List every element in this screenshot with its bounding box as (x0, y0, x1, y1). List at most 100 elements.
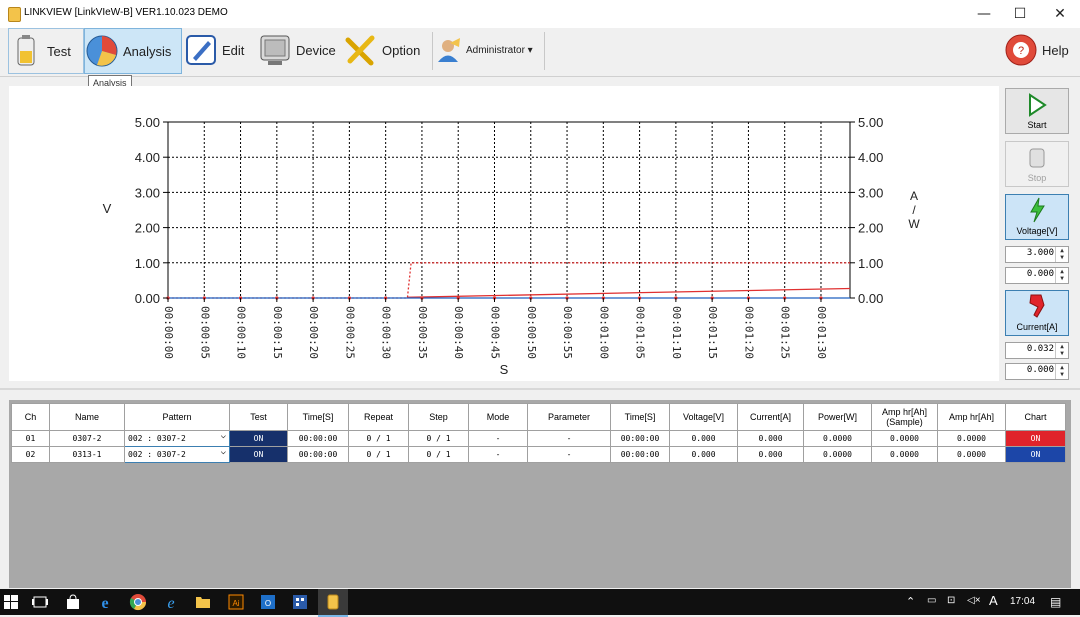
table-cell[interactable]: 0.000 (737, 430, 804, 447)
voltage-setpoint-input[interactable]: 3.000 ▲ ▼ (1005, 246, 1069, 263)
store-icon[interactable] (64, 593, 82, 611)
pattern-select[interactable]: 002 : 0307-2 ⌵ (124, 430, 230, 447)
table-cell[interactable]: 0.0000 (871, 430, 938, 447)
column-header[interactable]: Time[S] (287, 403, 349, 431)
windows-start-icon[interactable] (2, 593, 20, 611)
column-header[interactable]: Parameter (527, 403, 611, 431)
table-cell[interactable]: 00:00:00 (287, 446, 349, 463)
chrome-icon[interactable] (129, 593, 147, 611)
battery-tray-icon[interactable]: ▭ (927, 595, 936, 606)
table-cell[interactable]: 00:00:00 (610, 430, 670, 447)
column-header[interactable]: Name (49, 403, 125, 431)
current-button[interactable]: Current[A] (1005, 290, 1069, 336)
outlook-icon[interactable]: O (259, 593, 277, 611)
x-tick-label: 00:00:20 (307, 306, 320, 359)
current-value: 0.000 (1026, 365, 1054, 375)
edit-button[interactable]: Edit (184, 28, 254, 72)
table-cell[interactable]: 00:00:00 (610, 446, 670, 463)
table-cell[interactable]: 0.000 (737, 446, 804, 463)
spin-arrows-icon[interactable]: ▲ ▼ (1055, 247, 1068, 262)
voltage-value: 0.000 (1026, 269, 1054, 279)
table-cell[interactable]: - (468, 446, 528, 463)
column-header[interactable]: Current[A] (737, 403, 804, 431)
table-cell[interactable]: 0.000 (669, 430, 738, 447)
spin-arrows-icon[interactable]: ▲ ▼ (1055, 268, 1068, 283)
minimize-button[interactable]: — (964, 0, 1004, 28)
voltage-button[interactable]: Voltage[V] (1005, 194, 1069, 240)
table-cell[interactable]: 01 (11, 430, 50, 447)
chevron-down-icon[interactable]: ⌵ (221, 447, 226, 457)
splitter[interactable] (0, 388, 1080, 390)
table-cell[interactable]: - (468, 430, 528, 447)
network-icon[interactable]: ⊡ (947, 595, 955, 606)
test-toggle[interactable]: ON (229, 430, 288, 447)
linkview-taskbar-item[interactable] (318, 589, 348, 617)
table-cell[interactable]: 0.0000 (937, 446, 1006, 463)
notification-icon[interactable]: ▤ (1050, 595, 1061, 609)
table-cell[interactable]: 0 / 1 (408, 430, 469, 447)
analysis-button[interactable]: Analysis (84, 28, 182, 74)
chevron-down-icon[interactable]: ⌵ (221, 431, 226, 441)
table-cell[interactable]: 0313-1 (49, 446, 125, 463)
column-header[interactable]: Chart (1005, 403, 1066, 431)
table-cell[interactable]: 0307-2 (49, 430, 125, 447)
ie-icon[interactable]: e (162, 593, 180, 611)
administrator-dropdown[interactable]: Administrator ▾ (436, 28, 544, 72)
table-cell[interactable]: - (527, 430, 611, 447)
spin-arrows-icon[interactable]: ▲ ▼ (1055, 364, 1068, 379)
device-button[interactable]: Device (258, 28, 340, 72)
speaker-icon[interactable]: ◁× (967, 595, 981, 606)
toolbar-separator (544, 32, 545, 70)
test-toggle[interactable]: ON (229, 446, 288, 463)
column-header[interactable]: Test (229, 403, 288, 431)
table-cell[interactable]: 00:00:00 (287, 430, 349, 447)
test-button[interactable]: Test (8, 28, 84, 74)
table-cell[interactable]: 0.000 (669, 446, 738, 463)
app-tile-icon[interactable] (291, 593, 309, 611)
pattern-select[interactable]: 002 : 0307-2 ⌵ (124, 446, 230, 463)
close-button[interactable]: ✕ (1040, 0, 1080, 28)
ime-indicator[interactable]: A (989, 593, 998, 608)
task-view-icon[interactable] (31, 593, 49, 611)
column-header[interactable]: Pattern (124, 403, 230, 431)
current-value-input[interactable]: 0.000 ▲ ▼ (1005, 363, 1069, 380)
column-header[interactable]: Ch (11, 403, 50, 431)
column-header[interactable]: Repeat (348, 403, 409, 431)
y-tick-label-right: 1.00 (858, 256, 883, 271)
table-cell[interactable]: 0.0000 (803, 430, 872, 447)
table-header-row: Ch Name Pattern Test Time[S] Repeat Step Mode Pa… (11, 403, 1066, 431)
column-header[interactable]: Mode (468, 403, 528, 431)
table-cell[interactable]: - (527, 446, 611, 463)
folder-icon[interactable] (194, 593, 212, 611)
help-button[interactable]: ? Help (1004, 28, 1076, 72)
column-header[interactable]: Amp hr[Ah] (Sample) (871, 403, 938, 431)
column-header[interactable]: Voltage[V] (669, 403, 738, 431)
maximize-button[interactable]: ☐ (1000, 0, 1040, 28)
start-button[interactable]: Start (1005, 88, 1069, 134)
illustrator-icon[interactable]: Ai (227, 593, 245, 611)
option-button[interactable]: Option (344, 28, 428, 72)
edit-label: Edit (222, 42, 245, 58)
spin-arrows-icon[interactable]: ▲ ▼ (1055, 343, 1068, 358)
current-setpoint-input[interactable]: 0.032 ▲ ▼ (1005, 342, 1069, 359)
table-row[interactable]: 02 0313-1 002 : 0307-2 ⌵ ON 00:00:00 0 / 10 / … (11, 446, 1066, 463)
table-cell[interactable]: 02 (11, 446, 50, 463)
table-cell[interactable]: 0.0000 (871, 446, 938, 463)
stop-button[interactable]: Stop (1005, 141, 1069, 187)
chart-toggle[interactable]: ON (1005, 430, 1066, 447)
table-cell[interactable]: 0 / 1 (348, 430, 409, 447)
table-cell[interactable]: 0.0000 (803, 446, 872, 463)
column-header[interactable]: Power[W] (803, 403, 872, 431)
chart-toggle[interactable]: ON (1005, 446, 1066, 463)
table-cell[interactable]: 0 / 1 (348, 446, 409, 463)
column-header[interactable]: Amp hr[Ah] (937, 403, 1006, 431)
table-cell[interactable]: 0.0000 (937, 430, 1006, 447)
column-header[interactable]: Time[S] (610, 403, 670, 431)
tray-chevron-icon[interactable]: ⌃ (906, 595, 915, 608)
column-header[interactable]: Step (408, 403, 469, 431)
table-cell[interactable]: 0 / 1 (408, 446, 469, 463)
table-row[interactable]: 01 0307-2 002 : 0307-2 ⌵ ON 00:00:00 0 / 10 / … (11, 430, 1066, 447)
clock[interactable]: 17:04 (1010, 596, 1035, 607)
edge-icon[interactable]: e (96, 593, 114, 611)
voltage-value-input[interactable]: 0.000 ▲ ▼ (1005, 267, 1069, 284)
